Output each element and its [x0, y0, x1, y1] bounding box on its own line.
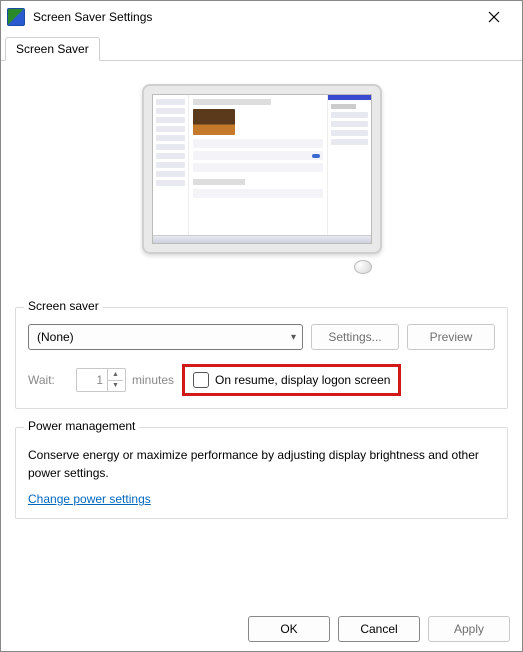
close-icon [488, 11, 500, 23]
monitor-illustration [142, 84, 382, 284]
chevron-down-icon: ▾ [291, 332, 296, 343]
tab-screen-saver[interactable]: Screen Saver [5, 37, 100, 61]
power-group-label: Power management [24, 419, 139, 433]
wait-label: Wait: [28, 373, 70, 387]
spin-up-button[interactable]: ▲ [108, 369, 123, 381]
spin-down-button[interactable]: ▼ [108, 381, 123, 392]
monitor-power-icon [354, 260, 372, 274]
preview-area [15, 69, 508, 299]
power-text: Conserve energy or maximize performance … [28, 446, 495, 482]
screensaver-group: Screen saver (None) ▾ Settings... Previe… [15, 307, 508, 409]
screensaver-settings-window: Screen Saver Settings Screen Saver [0, 0, 523, 652]
minutes-label: minutes [132, 373, 174, 387]
preview-button[interactable]: Preview [407, 324, 495, 350]
screensaver-icon [7, 8, 25, 26]
screensaver-select-value: (None) [37, 330, 74, 344]
content-area: Screen saver (None) ▾ Settings... Previe… [1, 61, 522, 607]
close-button[interactable] [474, 3, 514, 31]
wait-input[interactable] [77, 369, 107, 391]
ok-button[interactable]: OK [248, 616, 330, 642]
wait-spinner[interactable]: ▲ ▼ [76, 368, 126, 392]
power-management-group: Power management Conserve energy or maxi… [15, 427, 508, 519]
apply-button[interactable]: Apply [428, 616, 510, 642]
settings-button[interactable]: Settings... [311, 324, 399, 350]
window-title: Screen Saver Settings [33, 10, 474, 24]
dialog-footer: OK Cancel Apply [1, 607, 522, 651]
change-power-settings-link[interactable]: Change power settings [28, 492, 151, 506]
screensaver-group-label: Screen saver [24, 299, 103, 313]
tabstrip: Screen Saver [1, 35, 522, 61]
resume-checkbox[interactable] [193, 372, 209, 388]
monitor-frame [142, 84, 382, 254]
titlebar: Screen Saver Settings [1, 1, 522, 33]
resume-highlight: On resume, display logon screen [182, 364, 401, 396]
cancel-button[interactable]: Cancel [338, 616, 420, 642]
screensaver-select[interactable]: (None) ▾ [28, 324, 303, 350]
resume-label: On resume, display logon screen [215, 373, 390, 387]
monitor-screen [152, 94, 372, 244]
